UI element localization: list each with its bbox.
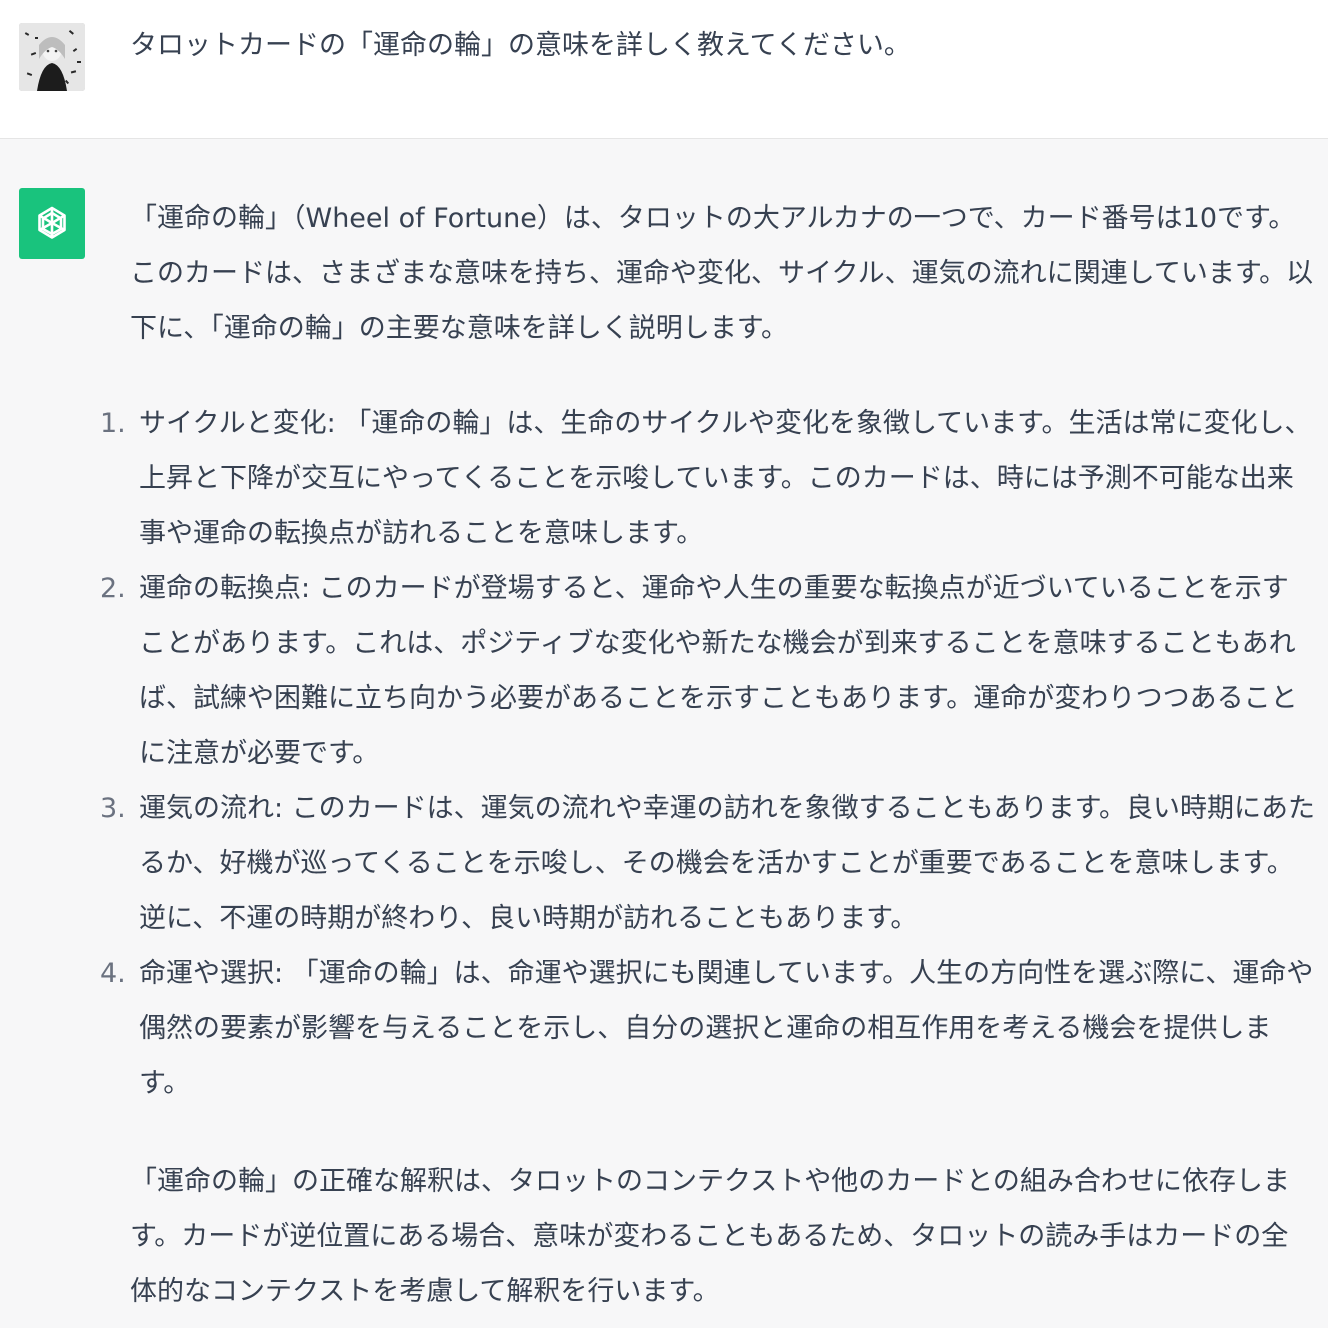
list-item-text: 運命の転換点: このカードが登場すると、運命や人生の重要な転換点が近づいているこ… — [139, 573, 1298, 769]
list-item-text: サイクルと変化: 「運命の輪」は、生命のサイクルや変化を象徴しています。生活は常… — [139, 408, 1312, 549]
assistant-message-block: 「運命の輪」（Wheel of Fortune）は、タロットの大アルカナの一つで… — [0, 140, 1328, 1328]
meaning-list: 1. サイクルと変化: 「運命の輪」は、生命のサイクルや変化を象徴しています。生… — [0, 396, 1328, 1111]
list-item: 2. 運命の転換点: このカードが登場すると、運命や人生の重要な転換点が近づいて… — [0, 561, 1328, 781]
list-item: 3. 運気の流れ: このカードは、運気の流れや幸運の訪れを象徴することもあります… — [0, 781, 1328, 946]
list-item-number: 2. — [100, 573, 126, 604]
list-item: 1. サイクルと変化: 「運命の輪」は、生命のサイクルや変化を象徴しています。生… — [0, 396, 1328, 561]
list-item: 4. 命運や選択: 「運命の輪」は、命運や選択にも関連しています。人生の方向性を… — [0, 946, 1328, 1111]
assistant-avatar — [19, 188, 85, 259]
list-item-text: 命運や選択: 「運命の輪」は、命運や選択にも関連しています。人生の方向性を選ぶ際… — [139, 958, 1314, 1099]
list-item-number: 3. — [100, 793, 126, 824]
user-message-text: タロットカードの「運命の輪」の意味を詳しく教えてください。 — [130, 30, 911, 61]
list-item-text: 運気の流れ: このカードは、運気の流れや幸運の訪れを象徴することもあります。良い… — [139, 793, 1315, 934]
openai-logo-icon — [38, 206, 66, 239]
user-avatar-image — [19, 23, 85, 91]
list-item-number: 4. — [100, 958, 126, 989]
user-avatar — [19, 23, 85, 91]
assistant-conclusion-paragraph: 「運命の輪」の正確な解釈は、タロットのコンテクストや他のカードとの組み合わせに依… — [130, 1166, 1290, 1307]
user-message-block: タロットカードの「運命の輪」の意味を詳しく教えてください。 — [0, 0, 1328, 139]
assistant-intro-paragraph: 「運命の輪」（Wheel of Fortune）は、タロットの大アルカナの一つで… — [130, 203, 1314, 344]
list-item-number: 1. — [100, 408, 126, 439]
